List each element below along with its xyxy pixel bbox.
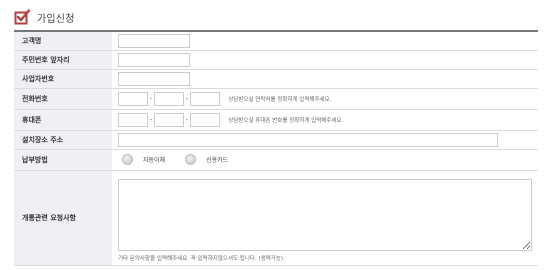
- auto-transfer-label: 자동이체: [143, 157, 166, 164]
- business-number-cell: [112, 69, 538, 89]
- credit-card-radio[interactable]: [185, 154, 197, 165]
- install-address-input[interactable]: [118, 132, 498, 147]
- auto-transfer-radio[interactable]: [122, 154, 133, 165]
- mobile-part3-input[interactable]: [190, 112, 220, 127]
- payment-method-label: 납부방법: [14, 149, 112, 171]
- customer-name-label: 고객명: [14, 31, 112, 51]
- request-hint: 기타 문의사항을 입력해주세요. 꼭 입력하지않으셔도 됩니다. (생략가능): [118, 255, 284, 262]
- row-customer-name: 고객명: [14, 31, 538, 51]
- phone-label: 전화번호: [14, 88, 112, 110]
- credit-card-label: 신용카드: [206, 157, 229, 164]
- phone-hint: 상담받으실 연락처를 정확히게 입력해주세요.: [228, 96, 332, 103]
- payment-method-radio-group: 자동이체 신용카드: [118, 154, 538, 165]
- payment-option-credit-card[interactable]: 신용카드: [185, 154, 228, 165]
- request-cell: 기타 문의사항을 입력해주세요. 꼭 입력하지않으셔도 됩니다. (생략가능): [112, 170, 538, 266]
- request-textarea[interactable]: [118, 178, 532, 251]
- payment-option-auto-transfer[interactable]: 자동이체: [122, 154, 165, 165]
- request-label: 개통관련 요청사항: [14, 170, 112, 266]
- mobile-part2-input[interactable]: [154, 112, 184, 127]
- mobile-label: 휴대폰: [14, 109, 112, 131]
- business-number-input[interactable]: [118, 71, 190, 86]
- signup-page: 가입신청 고객명 주민번호 앞자리 사업자번호 전화번호 -- 상담받으실 연락…: [0, 0, 550, 270]
- section-title: 가입신청: [37, 13, 75, 25]
- signup-form: 고객명 주민번호 앞자리 사업자번호 전화번호 -- 상담받으실 연락처를 정확…: [14, 30, 538, 266]
- resident-number-cell: [112, 50, 538, 70]
- mobile-part1-input[interactable]: [118, 112, 148, 127]
- phone-part2-input[interactable]: [154, 91, 184, 106]
- phone-part1-input[interactable]: [118, 91, 148, 106]
- row-install-address: 설치장소 주소: [14, 130, 538, 150]
- customer-name-input[interactable]: [118, 33, 190, 48]
- customer-name-cell: [112, 31, 538, 51]
- section-header: 가입신청: [14, 8, 75, 26]
- install-address-cell: [112, 130, 538, 150]
- phone-cell: -- 상담받으실 연락처를 정확히게 입력해주세요.: [112, 88, 538, 110]
- row-phone: 전화번호 -- 상담받으실 연락처를 정확히게 입력해주세요.: [14, 88, 538, 110]
- business-number-label: 사업자번호: [14, 69, 112, 89]
- row-resident-number: 주민번호 앞자리: [14, 50, 538, 70]
- resident-number-input[interactable]: [118, 52, 190, 67]
- row-request: 개통관련 요청사항 기타 문의사항을 입력해주세요. 꼭 입력하지않으셔도 됩니…: [14, 170, 538, 266]
- phone-part3-input[interactable]: [190, 91, 220, 106]
- mobile-hint: 상담받으실 휴대폰 번호를 정확히게 입력해주세요.: [228, 117, 344, 124]
- checkbox-check-icon: [14, 9, 31, 25]
- row-payment-method: 납부방법 자동이체 신용카드: [14, 149, 538, 171]
- payment-method-cell: 자동이체 신용카드: [112, 149, 538, 171]
- install-address-label: 설치장소 주소: [14, 130, 112, 150]
- resident-number-label: 주민번호 앞자리: [14, 50, 112, 70]
- row-mobile: 휴대폰 -- 상담받으실 휴대폰 번호를 정확히게 입력해주세요.: [14, 109, 538, 131]
- row-business-number: 사업자번호: [14, 69, 538, 89]
- mobile-cell: -- 상담받으실 휴대폰 번호를 정확히게 입력해주세요.: [112, 109, 538, 131]
